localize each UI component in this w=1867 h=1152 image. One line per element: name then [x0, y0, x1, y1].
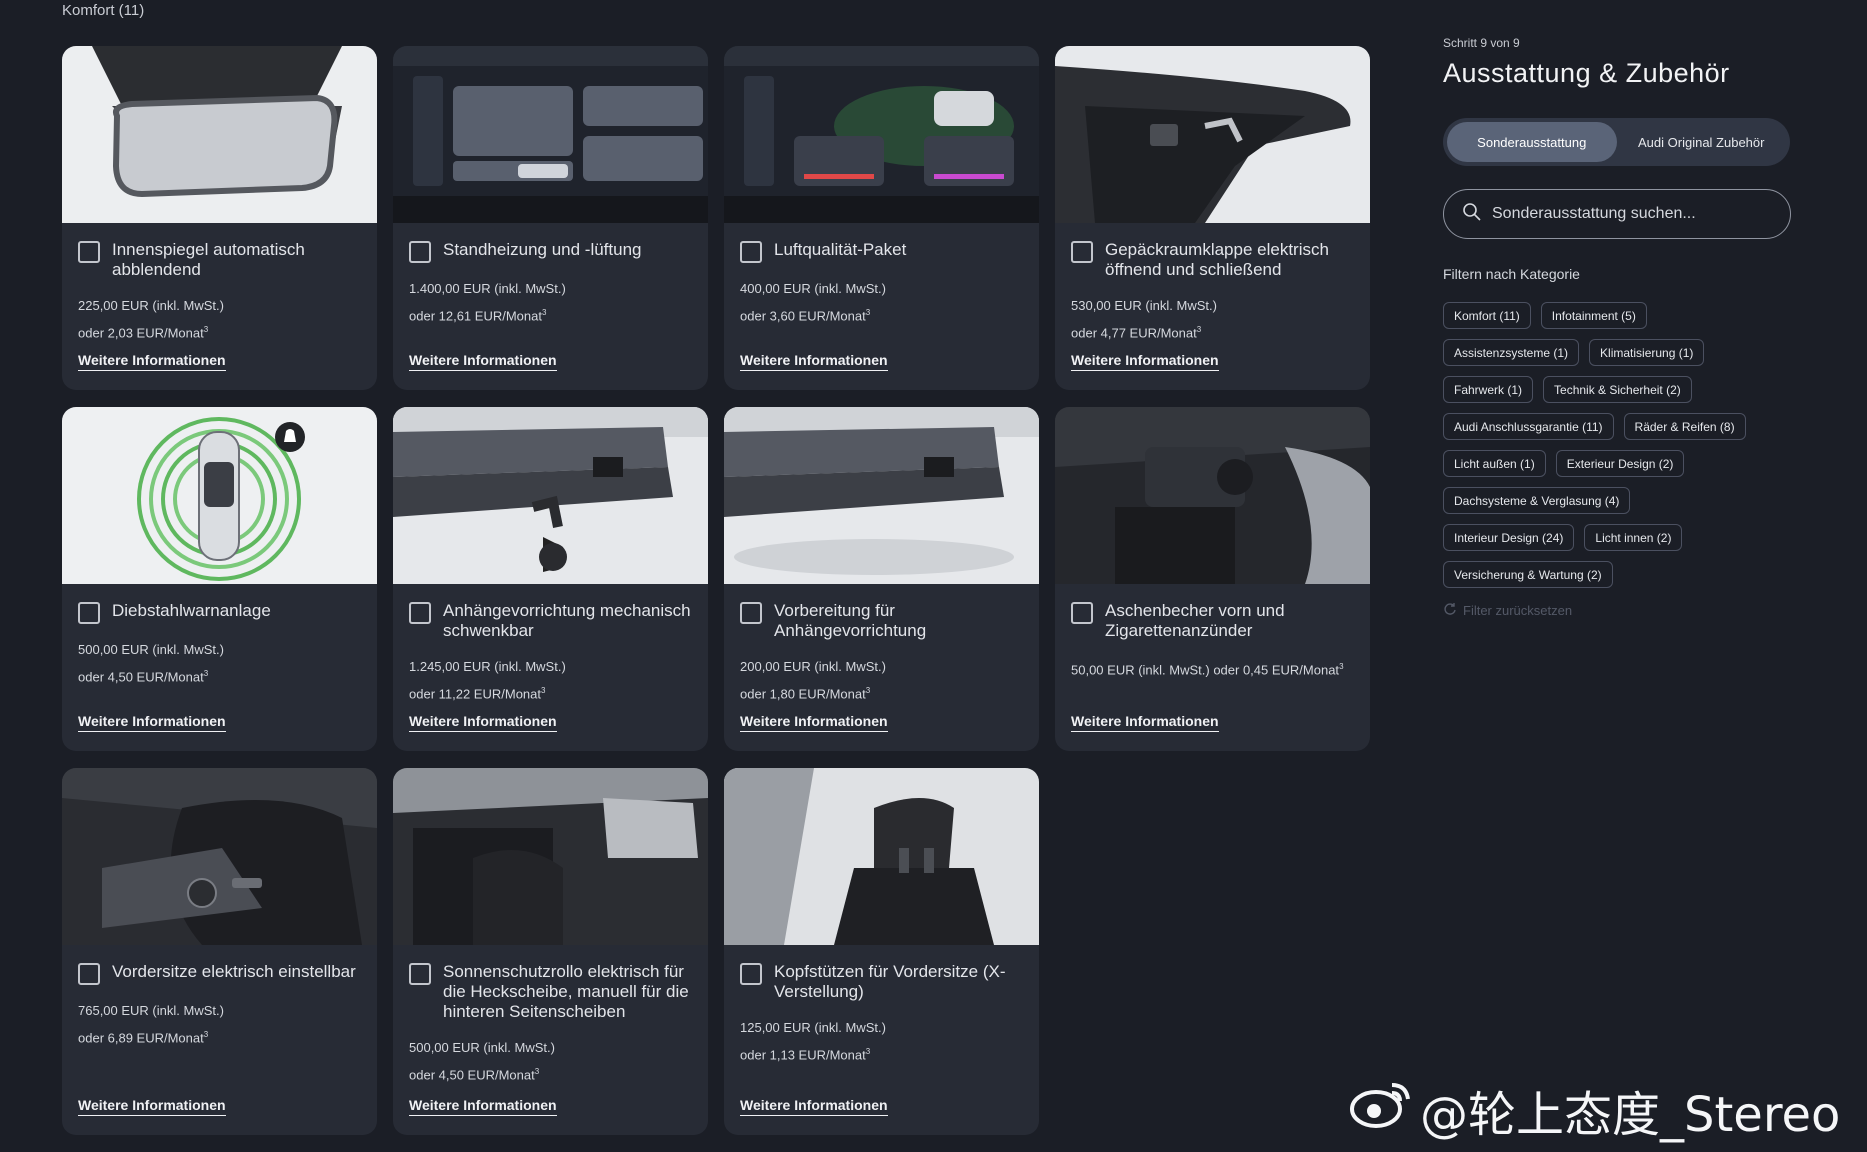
select-checkbox[interactable] [78, 602, 100, 624]
product-price: 500,00 EUR (inkl. MwSt.) oder 4,50 EUR/M… [409, 1040, 555, 1083]
tab-sonderausstattung[interactable]: Sonderausstattung [1447, 122, 1617, 162]
product-title: Vorbereitung für Anhängevorrichtung [774, 601, 927, 640]
filter-chip[interactable]: Assistenzsysteme (1) [1443, 339, 1580, 366]
product-title: Anhängevorrichtung mechanisch schwenkbar [443, 601, 691, 640]
product-title: Kopfstützen für Vordersitze (X-Verstellu… [774, 962, 1006, 1001]
select-checkbox[interactable] [740, 241, 762, 263]
filter-chip[interactable]: Interieur Design (24) [1443, 524, 1575, 551]
more-info-link[interactable]: Weitere Informationen [409, 713, 557, 732]
select-checkbox[interactable] [409, 602, 431, 624]
product-image [724, 46, 1039, 223]
filter-chip[interactable]: Audi Anschlussgarantie (11) [1443, 413, 1614, 440]
select-checkbox[interactable] [78, 963, 100, 985]
product-title: Vordersitze elektrisch einstellbar [112, 962, 356, 981]
product-card[interactable]: Luftqualität-Paket 400,00 EUR (inkl. MwS… [724, 46, 1039, 390]
select-checkbox[interactable] [740, 602, 762, 624]
step-indicator: Schritt 9 von 9 [1443, 36, 1520, 50]
filter-chip[interactable]: Licht innen (2) [1584, 524, 1683, 551]
filter-heading: Filtern nach Kategorie [1443, 266, 1580, 282]
product-image [724, 768, 1039, 945]
product-card[interactable]: Diebstahlwarnanlage 500,00 EUR (inkl. Mw… [62, 407, 377, 751]
product-image [62, 46, 377, 223]
select-checkbox[interactable] [1071, 241, 1093, 263]
filter-chip[interactable]: Räder & Reifen (8) [1623, 413, 1746, 440]
product-title: Diebstahlwarnanlage [112, 601, 271, 620]
product-title: Standheizung und -lüftung [443, 240, 642, 259]
product-price: 500,00 EUR (inkl. MwSt.) oder 4,50 EUR/M… [78, 642, 224, 685]
reset-filters-label: Filter zurücksetzen [1463, 603, 1573, 618]
more-info-link[interactable]: Weitere Informationen [409, 1097, 557, 1116]
product-title: Luftqualität-Paket [774, 240, 907, 259]
product-title: Aschenbecher vorn und Zigarettenanzünder [1105, 601, 1285, 640]
filter-chip[interactable]: Komfort (11) [1443, 302, 1531, 329]
product-image [724, 407, 1039, 584]
product-title: Sonnenschutzrollo elektrisch für die Hec… [443, 962, 689, 1021]
search-input[interactable] [1492, 205, 1752, 223]
search-icon [1462, 202, 1482, 227]
filter-chip[interactable]: Versicherung & Wartung (2) [1443, 561, 1613, 588]
more-info-link[interactable]: Weitere Informationen [78, 1097, 226, 1116]
select-checkbox[interactable] [409, 963, 431, 985]
product-image [393, 407, 708, 584]
product-card[interactable]: Sonnenschutzrollo elektrisch für die Hec… [393, 768, 708, 1135]
watermark-text: @轮上态度_Stereo [1420, 1087, 1841, 1143]
filter-chip[interactable]: Klimatisierung (1) [1589, 339, 1705, 366]
more-info-link[interactable]: Weitere Informationen [1071, 713, 1219, 732]
filter-chip[interactable]: Exterieur Design (2) [1555, 450, 1685, 477]
more-info-link[interactable]: Weitere Informationen [409, 352, 557, 371]
product-title: Gepäckraumklappe elektrisch öffnend und … [1105, 240, 1329, 279]
product-image [393, 768, 708, 945]
product-card[interactable]: Gepäckraumklappe elektrisch öffnend und … [1055, 46, 1370, 390]
weibo-logo-icon [1350, 1079, 1412, 1141]
product-price: 125,00 EUR (inkl. MwSt.) oder 1,13 EUR/M… [740, 1020, 886, 1063]
product-price: 400,00 EUR (inkl. MwSt.) oder 3,60 EUR/M… [740, 281, 886, 324]
refresh-icon [1443, 602, 1457, 619]
product-image [62, 407, 377, 584]
select-checkbox[interactable] [409, 241, 431, 263]
filter-chips: Komfort (11) Infotainment (5) Assistenzs… [1443, 302, 1803, 598]
search-box [1443, 189, 1791, 239]
filter-chip[interactable]: Fahrwerk (1) [1443, 376, 1534, 403]
product-price: 530,00 EUR (inkl. MwSt.) oder 4,77 EUR/M… [1071, 298, 1217, 341]
more-info-link[interactable]: Weitere Informationen [740, 1097, 888, 1116]
select-checkbox[interactable] [740, 963, 762, 985]
product-card[interactable]: Vordersitze elektrisch einstellbar 765,0… [62, 768, 377, 1135]
product-image [1055, 46, 1370, 223]
category-toggle: Sonderausstattung Audi Original Zubehör [1443, 118, 1790, 166]
product-grid: Innenspiegel automatisch abblendend 225,… [62, 46, 1370, 1135]
page-title: Ausstattung & Zubehör [1443, 58, 1730, 88]
product-price: 200,00 EUR (inkl. MwSt.) oder 1,80 EUR/M… [740, 659, 886, 702]
section-title: Komfort (11) [62, 2, 145, 19]
watermark: @轮上态度_Stereo [1350, 1075, 1840, 1145]
product-price: 225,00 EUR (inkl. MwSt.) oder 2,03 EUR/M… [78, 298, 224, 341]
tab-original-zubehoer[interactable]: Audi Original Zubehör [1617, 122, 1787, 162]
filter-chip[interactable]: Dachsysteme & Verglasung (4) [1443, 487, 1631, 514]
product-card[interactable]: Vorbereitung für Anhängevorrichtung 200,… [724, 407, 1039, 751]
product-price: 1.245,00 EUR (inkl. MwSt.) oder 11,22 EU… [409, 659, 566, 702]
product-card[interactable]: Aschenbecher vorn und Zigarettenanzünder… [1055, 407, 1370, 751]
product-card[interactable]: Innenspiegel automatisch abblendend 225,… [62, 46, 377, 390]
select-checkbox[interactable] [78, 241, 100, 263]
product-price: 765,00 EUR (inkl. MwSt.) oder 6,89 EUR/M… [78, 1003, 224, 1046]
more-info-link[interactable]: Weitere Informationen [1071, 352, 1219, 371]
more-info-link[interactable]: Weitere Informationen [78, 352, 226, 371]
filter-chip[interactable]: Licht außen (1) [1443, 450, 1546, 477]
filter-chip[interactable]: Infotainment (5) [1540, 302, 1647, 329]
product-card[interactable]: Kopfstützen für Vordersitze (X-Verstellu… [724, 768, 1039, 1135]
filter-chip[interactable]: Technik & Sicherheit (2) [1543, 376, 1692, 403]
product-price: 1.400,00 EUR (inkl. MwSt.) oder 12,61 EU… [409, 281, 566, 324]
product-title: Innenspiegel automatisch abblendend [112, 240, 305, 279]
more-info-link[interactable]: Weitere Informationen [78, 713, 226, 732]
more-info-link[interactable]: Weitere Informationen [740, 713, 888, 732]
select-checkbox[interactable] [1071, 602, 1093, 624]
product-image [62, 768, 377, 945]
product-card[interactable]: Standheizung und -lüftung 1.400,00 EUR (… [393, 46, 708, 390]
product-image [1055, 407, 1370, 584]
product-price: 50,00 EUR (inkl. MwSt.) oder 0,45 EUR/Mo… [1071, 662, 1344, 678]
product-image [393, 46, 708, 223]
more-info-link[interactable]: Weitere Informationen [740, 352, 888, 371]
reset-filters-button[interactable]: Filter zurücksetzen [1443, 602, 1572, 619]
product-card[interactable]: Anhängevorrichtung mechanisch schwenkbar… [393, 407, 708, 751]
